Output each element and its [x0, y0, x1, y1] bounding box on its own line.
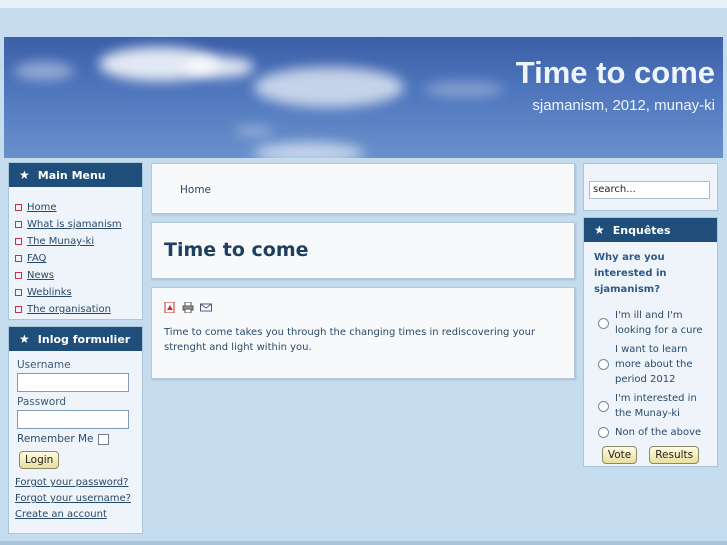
remember-row: Remember Me — [17, 433, 134, 445]
remember-label: Remember Me — [17, 433, 94, 445]
menu-item-home[interactable]: Home — [15, 199, 142, 216]
menu-link[interactable]: Home — [27, 202, 57, 213]
square-bullet-icon — [15, 255, 22, 262]
poll-option[interactable]: Non of the above — [584, 425, 717, 440]
login-links: Forgot your password? Forgot your userna… — [15, 477, 134, 520]
menu-item-munay-ki[interactable]: The Munay-ki — [15, 233, 142, 250]
main-menu-header: ★ Main Menu — [9, 163, 142, 187]
menu-link[interactable]: FAQ — [27, 253, 46, 264]
star-icon: ★ — [19, 168, 30, 182]
poll-radio[interactable] — [598, 427, 609, 438]
login-title: Inlog formulier — [37, 332, 131, 346]
forgot-password-link[interactable]: Forgot your password? — [15, 477, 134, 488]
username-label: Username — [17, 359, 71, 371]
login-button[interactable]: Login — [19, 451, 60, 469]
menu-item-organisation[interactable]: The organisation — [15, 301, 142, 318]
poll-option[interactable]: I'm interested in the Munay-ki — [584, 391, 717, 421]
main-menu-module: ★ Main Menu Home What is sjamanism The M… — [8, 162, 143, 320]
poll-question: Why are you interested in sjamanism? — [594, 252, 667, 295]
login-form: Username Password Remember Me Login Forg… — [9, 351, 142, 526]
poll-radio[interactable] — [598, 359, 609, 370]
remember-checkbox[interactable] — [97, 433, 109, 445]
cloud-decoration — [184, 57, 254, 77]
title-box: Time to come — [151, 222, 575, 279]
results-button[interactable]: Results — [649, 446, 700, 464]
site-title: Time to come — [515, 55, 715, 90]
login-module: ★ Inlog formulier Username Password Reme… — [8, 326, 143, 534]
main-menu-list: Home What is sjamanism The Munay-ki FAQ … — [9, 187, 142, 318]
poll-option[interactable]: I'm ill and I'm looking for a cure — [584, 308, 717, 338]
email-icon[interactable] — [200, 302, 212, 313]
page-title: Time to come — [164, 239, 309, 261]
poll-option[interactable]: I want to learn more about the period 20… — [584, 342, 717, 387]
password-label: Password — [17, 396, 67, 408]
menu-item-faq[interactable]: FAQ — [15, 250, 142, 267]
poll-header: ★ Enquêtes — [584, 218, 717, 242]
poll-module: ★ Enquêtes Why are you interested in sja… — [583, 217, 718, 467]
site-subtitle: sjamanism, 2012, munay-ki — [532, 97, 715, 114]
top-bar — [0, 0, 727, 8]
forgot-username-link[interactable]: Forgot your username? — [15, 493, 134, 504]
login-header: ★ Inlog formulier — [9, 327, 142, 351]
print-icon[interactable] — [182, 302, 194, 313]
poll-option-label: Non of the above — [615, 427, 702, 438]
poll-buttons: Vote Results — [584, 446, 717, 464]
menu-item-news[interactable]: News — [15, 267, 142, 284]
article-body: Time to come takes you through the chang… — [164, 327, 536, 353]
square-bullet-icon — [15, 272, 22, 279]
site-header: Time to come sjamanism, 2012, munay-ki — [4, 37, 723, 158]
square-bullet-icon — [15, 289, 22, 296]
menu-item-sjamanism[interactable]: What is sjamanism — [15, 216, 142, 233]
poll-option-label: I'm ill and I'm looking for a cure — [615, 310, 703, 336]
menu-link[interactable]: Weblinks — [27, 287, 72, 298]
cloud-decoration — [234, 127, 274, 135]
vote-button[interactable]: Vote — [601, 446, 638, 464]
main-menu-title: Main Menu — [37, 168, 106, 182]
cloud-decoration — [14, 62, 74, 80]
username-input[interactable] — [17, 373, 129, 392]
pdf-icon[interactable] — [164, 302, 176, 313]
poll-radio[interactable] — [598, 400, 609, 412]
cloud-decoration — [254, 67, 404, 107]
square-bullet-icon — [15, 221, 22, 228]
breadcrumb[interactable]: Home — [180, 184, 211, 196]
square-bullet-icon — [15, 238, 22, 245]
menu-link[interactable]: The organisation — [27, 304, 111, 315]
poll-title: Enquêtes — [612, 223, 671, 237]
square-bullet-icon — [15, 306, 22, 313]
cloud-decoration — [254, 142, 364, 158]
menu-link[interactable]: What is sjamanism — [27, 219, 122, 230]
star-icon: ★ — [19, 332, 30, 346]
poll-option-label: I want to learn more about the period 20… — [615, 344, 693, 385]
create-account-link[interactable]: Create an account — [15, 509, 134, 520]
poll-option-label: I'm interested in the Munay-ki — [615, 393, 697, 419]
bottom-border — [0, 541, 727, 545]
poll-radio[interactable] — [598, 317, 609, 329]
menu-link[interactable]: News — [27, 270, 54, 281]
menu-item-weblinks[interactable]: Weblinks — [15, 284, 142, 301]
star-icon: ★ — [594, 223, 605, 237]
article-box: Time to come takes you through the chang… — [151, 287, 575, 379]
password-input[interactable] — [17, 410, 129, 429]
menu-link[interactable]: The Munay-ki — [27, 236, 94, 247]
search-input[interactable]: search... — [589, 181, 710, 199]
square-bullet-icon — [15, 204, 22, 211]
breadcrumb-box: Home — [151, 163, 575, 214]
cloud-decoration — [424, 82, 504, 96]
article-icons — [164, 302, 562, 313]
